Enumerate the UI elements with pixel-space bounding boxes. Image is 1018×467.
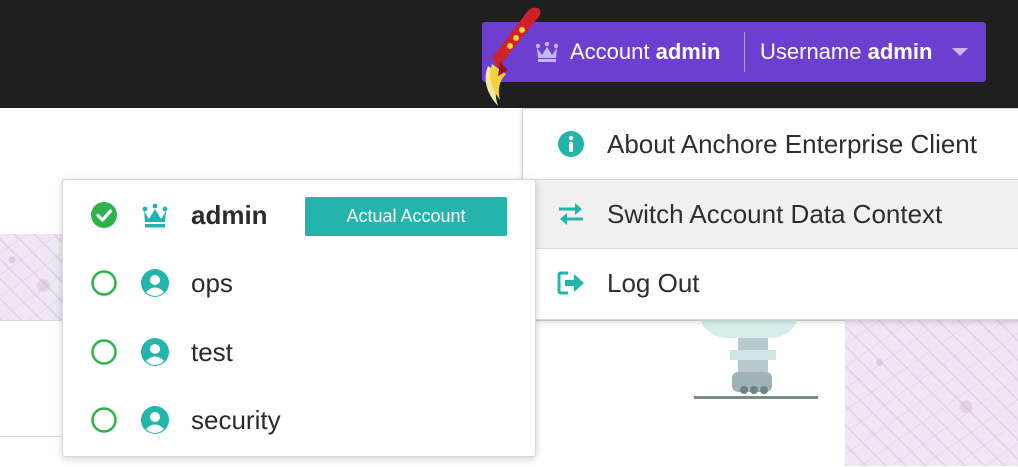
user-circle-icon	[141, 406, 169, 434]
chip-divider	[744, 32, 745, 72]
background-pattern-left	[0, 234, 62, 320]
account-name-test: test	[191, 319, 233, 385]
content-divider	[0, 436, 62, 467]
account-label: security	[191, 404, 281, 435]
menu-item-logout-label: Log Out	[607, 267, 700, 298]
rocket-logo-icon	[485, 7, 541, 106]
account-label: admin	[191, 199, 268, 230]
actual-account-badge: Actual Account	[305, 197, 507, 236]
user-circle-icon	[141, 338, 169, 366]
account-option-test[interactable]: test	[63, 319, 535, 385]
menu-item-about-label: About Anchore Enterprise Client	[607, 128, 977, 159]
account-label: test	[191, 336, 233, 367]
account-prefix: Account	[570, 39, 650, 64]
username-value: admin	[867, 39, 933, 64]
account-name-admin: admin	[191, 182, 268, 248]
user-account-dropdown[interactable]: Account admin Username admin	[482, 22, 986, 82]
username-prefix: Username	[760, 39, 862, 64]
account-option-admin[interactable]: admin Actual Account	[63, 182, 535, 248]
robot-illustration	[694, 318, 818, 399]
exchange-arrows-icon	[559, 203, 583, 225]
account-name-ops: ops	[191, 250, 233, 316]
radio-unchecked-icon	[91, 339, 117, 365]
background-pattern-right	[845, 318, 1018, 466]
menu-item-about[interactable]: About Anchore Enterprise Client	[523, 109, 1018, 179]
caret-down-icon	[952, 48, 968, 56]
menu-item-switch-account[interactable]: Switch Account Data Context	[523, 180, 1018, 248]
account-name: admin	[655, 39, 721, 64]
crown-icon	[142, 203, 168, 228]
account-switcher-panel: admin Actual Account ops test security	[62, 179, 536, 457]
radio-unchecked-icon	[91, 270, 117, 296]
username-indicator: Username admin	[760, 22, 932, 82]
account-indicator: Account admin	[570, 22, 720, 82]
account-option-security[interactable]: security	[63, 387, 535, 453]
check-circle-icon	[91, 202, 117, 228]
menu-item-logout[interactable]: Log Out	[523, 249, 1018, 317]
account-option-ops[interactable]: ops	[63, 250, 535, 316]
radio-unchecked-icon	[91, 407, 117, 433]
menu-item-switch-account-label: Switch Account Data Context	[607, 198, 943, 229]
account-name-security: security	[191, 387, 281, 453]
user-circle-icon	[141, 269, 169, 297]
info-circle-icon	[558, 131, 584, 157]
account-label: ops	[191, 267, 233, 298]
sign-out-icon	[557, 271, 584, 295]
user-menu: About Anchore Enterprise Client Switch A…	[522, 108, 1018, 320]
